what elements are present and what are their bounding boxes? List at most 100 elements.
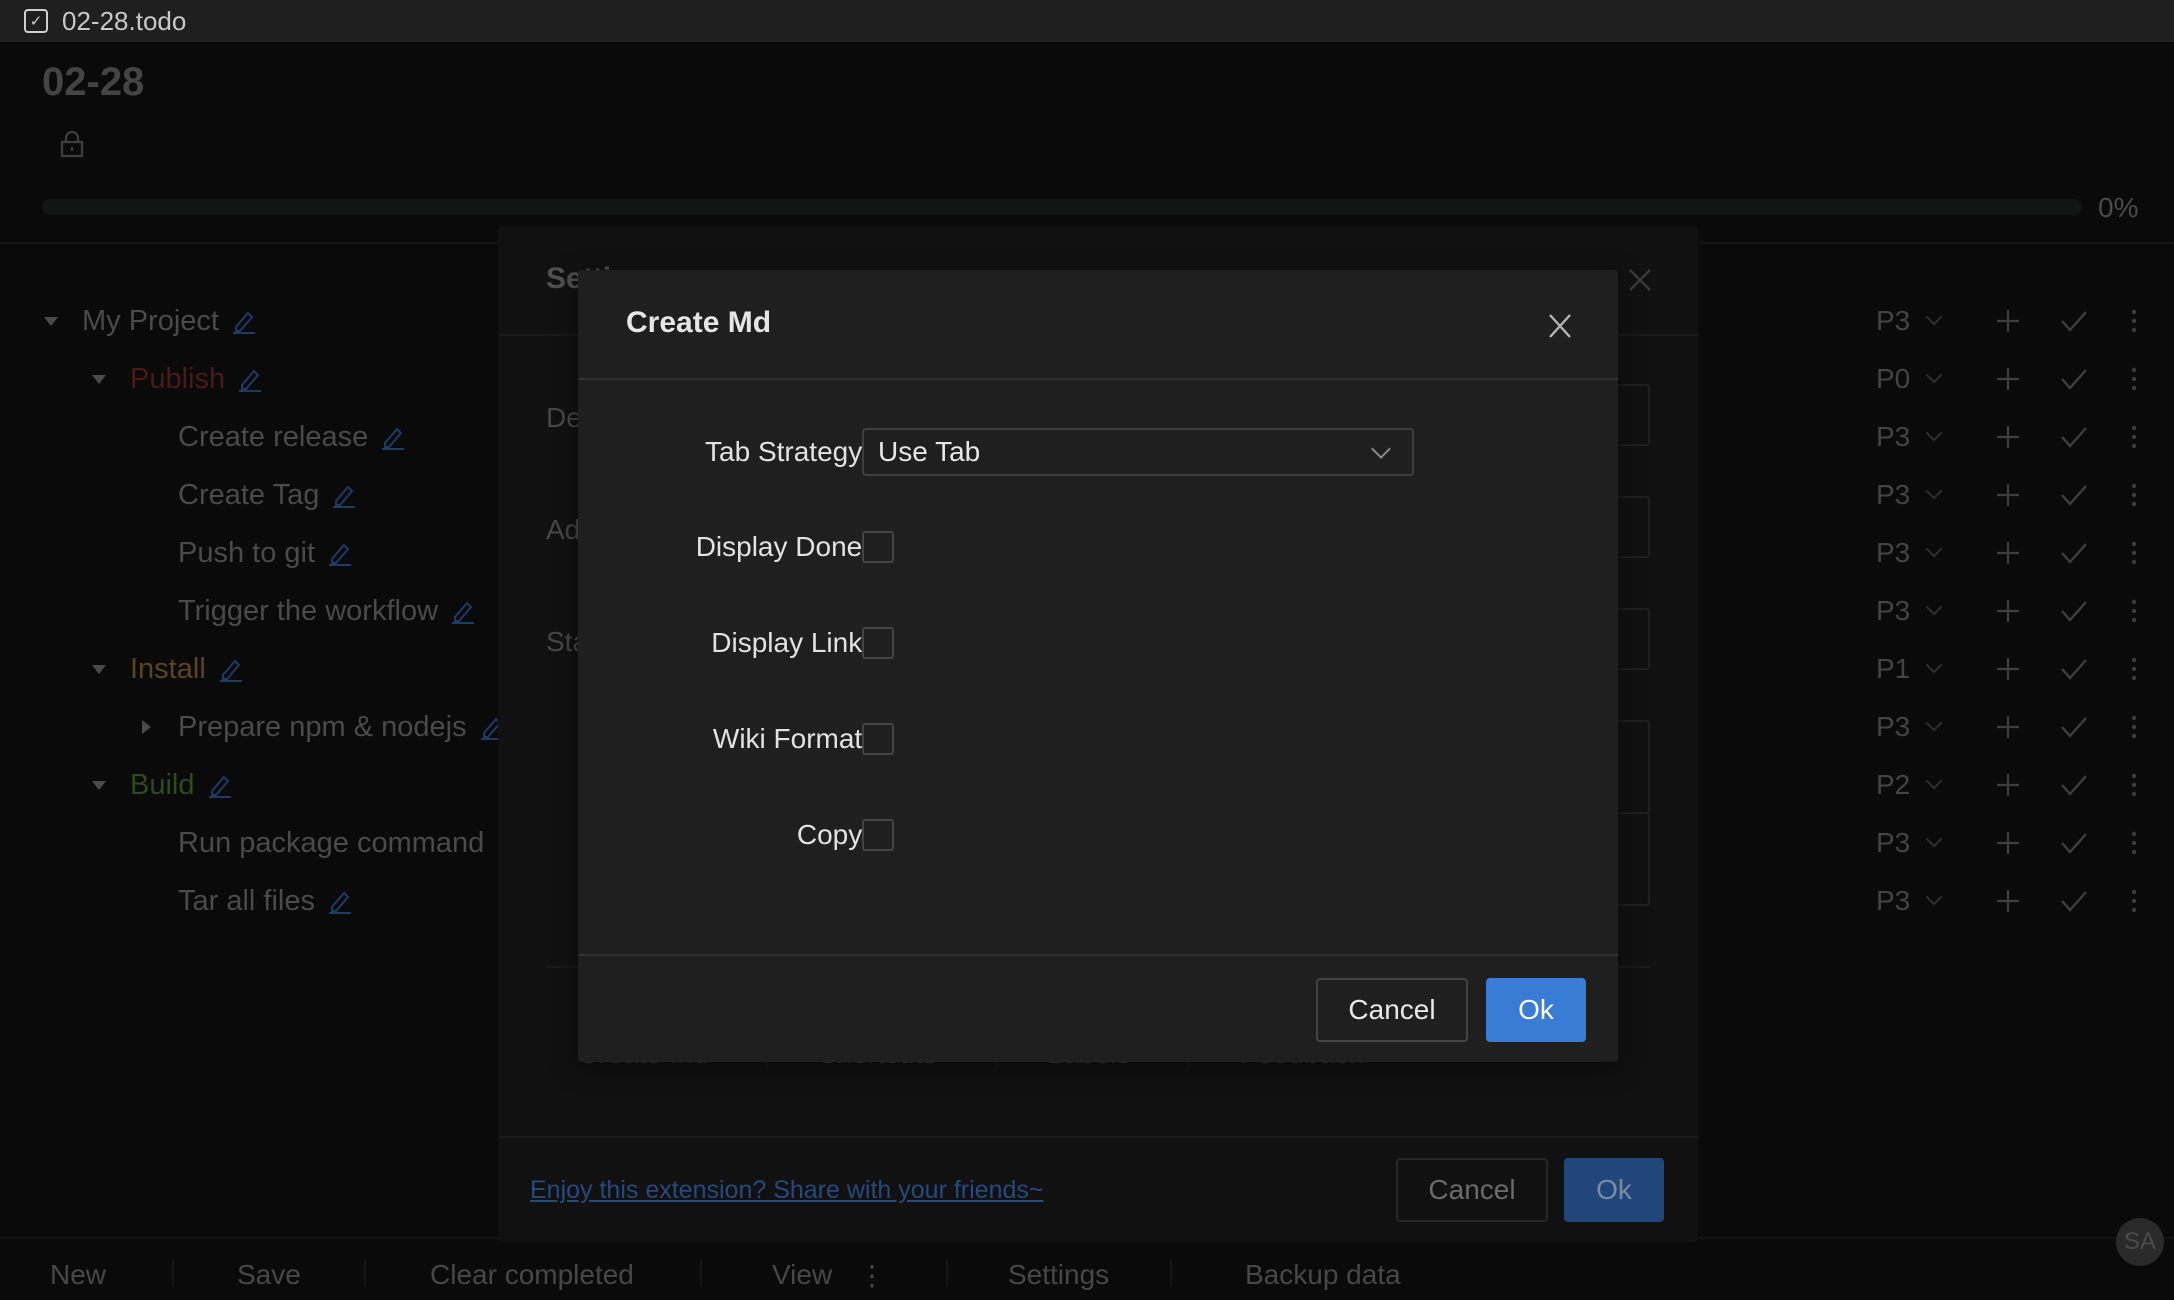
more-options-icon[interactable] xyxy=(2130,888,2138,914)
caret-down-icon[interactable] xyxy=(44,316,58,326)
more-options-icon[interactable] xyxy=(2130,714,2138,740)
share-link[interactable]: Enjoy this extension? Share with your fr… xyxy=(530,1176,1043,1205)
settings-ok-button[interactable]: Ok xyxy=(1564,1158,1664,1222)
add-subtask-icon[interactable] xyxy=(1996,541,2020,565)
priority-select[interactable]: P3 xyxy=(1876,827,1943,859)
ok-button[interactable]: Ok xyxy=(1486,978,1586,1042)
priority-select[interactable]: P3 xyxy=(1876,537,1943,569)
close-icon[interactable] xyxy=(1548,312,1572,340)
tab-strategy-select[interactable]: Use Tab xyxy=(862,428,1414,476)
task-label[interactable]: Build xyxy=(130,769,233,802)
more-options-icon[interactable] xyxy=(2130,540,2138,566)
lock-icon[interactable] xyxy=(60,130,84,158)
backup-data-button[interactable]: Backup data xyxy=(1245,1259,1401,1291)
add-subtask-icon[interactable] xyxy=(1996,715,2020,739)
caret-down-icon[interactable] xyxy=(92,780,106,790)
add-subtask-icon[interactable] xyxy=(1996,309,2020,333)
edit-icon[interactable] xyxy=(327,888,353,914)
edit-icon[interactable] xyxy=(231,308,257,334)
task-label[interactable]: Push to git xyxy=(178,537,353,570)
separator xyxy=(700,1259,702,1287)
task-label[interactable]: Create Tag xyxy=(178,479,357,512)
complete-check-icon[interactable] xyxy=(2060,599,2088,623)
priority-select[interactable]: P3 xyxy=(1876,305,1943,337)
edit-icon[interactable] xyxy=(327,540,353,566)
task-label[interactable]: Tar all files xyxy=(178,885,353,918)
task-label[interactable]: Install xyxy=(130,653,244,686)
caret-down-icon[interactable] xyxy=(92,664,106,674)
edit-icon[interactable] xyxy=(207,772,233,798)
priority-select[interactable]: P0 xyxy=(1876,363,1943,395)
complete-check-icon[interactable] xyxy=(2060,309,2088,333)
copy-checkbox[interactable] xyxy=(862,819,894,851)
priority-select[interactable]: P1 xyxy=(1876,653,1943,685)
priority-select[interactable]: P3 xyxy=(1876,885,1943,917)
cancel-button[interactable]: Cancel xyxy=(1316,978,1468,1042)
task-label[interactable]: Publish xyxy=(130,363,263,396)
complete-check-icon[interactable] xyxy=(2060,367,2088,391)
complete-check-icon[interactable] xyxy=(2060,715,2088,739)
caret-right-icon[interactable] xyxy=(142,720,151,734)
complete-check-icon[interactable] xyxy=(2060,831,2088,855)
add-subtask-icon[interactable] xyxy=(1996,831,2020,855)
add-subtask-icon[interactable] xyxy=(1996,367,2020,391)
edit-icon[interactable] xyxy=(450,598,476,624)
priority-select[interactable]: P3 xyxy=(1876,711,1943,743)
complete-check-icon[interactable] xyxy=(2060,425,2088,449)
more-options-icon[interactable] xyxy=(2130,366,2138,392)
task-label-text: Push to git xyxy=(178,536,316,569)
clear-completed-button[interactable]: Clear completed xyxy=(430,1259,634,1291)
add-subtask-icon[interactable] xyxy=(1996,889,2020,913)
add-subtask-icon[interactable] xyxy=(1996,657,2020,681)
complete-check-icon[interactable] xyxy=(2060,483,2088,507)
task-label[interactable]: Trigger the workflow xyxy=(178,595,476,628)
edit-icon[interactable] xyxy=(237,366,263,392)
view-button[interactable]: View xyxy=(772,1259,832,1291)
more-options-icon[interactable] xyxy=(2130,424,2138,450)
priority-value: P3 xyxy=(1876,305,1911,336)
settings-button[interactable]: Settings xyxy=(1008,1259,1109,1291)
task-label[interactable]: My Project xyxy=(82,305,257,338)
task-label[interactable]: Run package command xyxy=(178,827,522,860)
divider xyxy=(578,378,1618,380)
task-label[interactable]: Prepare npm & nodejs xyxy=(178,711,505,744)
more-options-icon[interactable] xyxy=(2130,656,2138,682)
dialog-title: Create Md xyxy=(626,306,772,339)
priority-select[interactable]: P2 xyxy=(1876,769,1943,801)
wiki-format-checkbox[interactable] xyxy=(862,723,894,755)
priority-select[interactable]: P3 xyxy=(1876,479,1943,511)
edit-icon[interactable] xyxy=(331,482,357,508)
avatar[interactable]: SA xyxy=(2116,1218,2164,1266)
more-options-icon[interactable] xyxy=(2130,482,2138,508)
display-done-checkbox[interactable] xyxy=(862,531,894,563)
complete-check-icon[interactable] xyxy=(2060,889,2088,913)
add-subtask-icon[interactable] xyxy=(1996,599,2020,623)
complete-check-icon[interactable] xyxy=(2060,541,2088,565)
more-options-icon[interactable] xyxy=(2130,772,2138,798)
new-button[interactable]: New xyxy=(50,1259,106,1291)
edit-icon[interactable] xyxy=(380,424,406,450)
priority-value: P3 xyxy=(1876,711,1911,742)
save-button[interactable]: Save xyxy=(237,1259,301,1291)
chevron-down-icon xyxy=(1925,482,1943,500)
add-subtask-icon[interactable] xyxy=(1996,425,2020,449)
window-tab[interactable]: ✓ 02-28.todo xyxy=(0,0,2174,42)
view-more-icon[interactable]: ⋮ xyxy=(858,1259,886,1292)
caret-down-icon[interactable] xyxy=(92,374,106,384)
more-options-icon[interactable] xyxy=(2130,830,2138,856)
settings-cancel-button[interactable]: Cancel xyxy=(1396,1158,1548,1222)
more-options-icon[interactable] xyxy=(2130,598,2138,624)
edit-icon[interactable] xyxy=(218,656,244,682)
complete-check-icon[interactable] xyxy=(2060,657,2088,681)
close-icon[interactable] xyxy=(1628,268,1652,292)
priority-select[interactable]: P3 xyxy=(1876,595,1943,627)
complete-check-icon[interactable] xyxy=(2060,773,2088,797)
display-link-checkbox[interactable] xyxy=(862,627,894,659)
more-options-icon[interactable] xyxy=(2130,308,2138,334)
chevron-down-icon xyxy=(1925,366,1943,384)
wiki-format-label: Wiki Format: xyxy=(712,723,876,754)
add-subtask-icon[interactable] xyxy=(1996,483,2020,507)
add-subtask-icon[interactable] xyxy=(1996,773,2020,797)
priority-select[interactable]: P3 xyxy=(1876,421,1943,453)
task-label[interactable]: Create release xyxy=(178,421,406,454)
